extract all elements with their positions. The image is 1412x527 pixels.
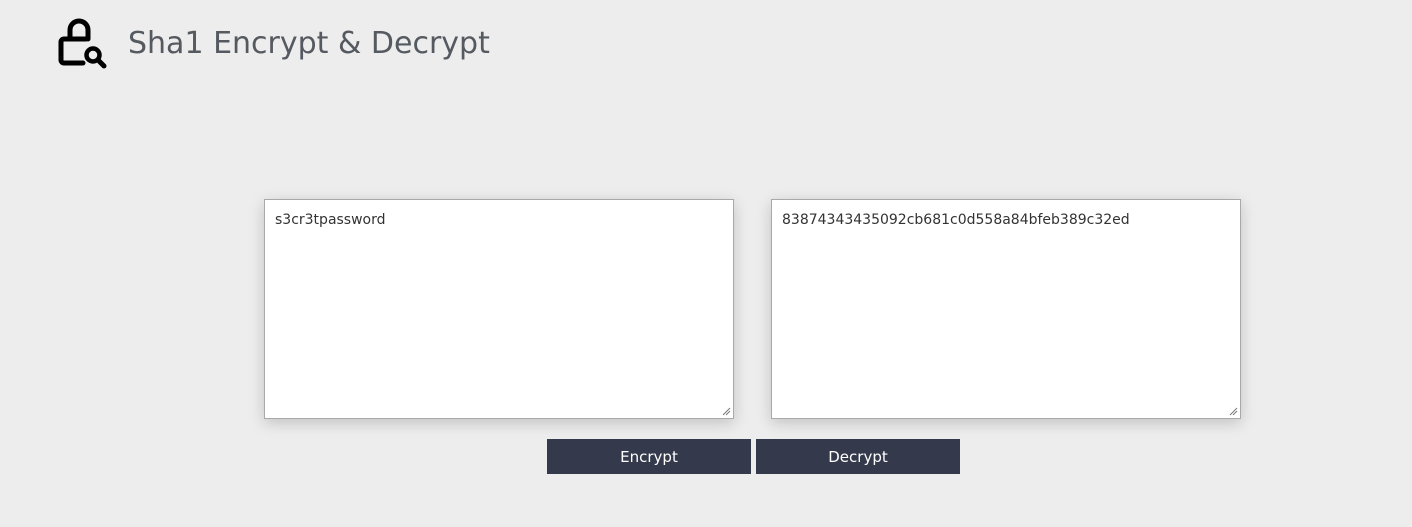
plaintext-input[interactable]: s3cr3tpassword [265,200,733,418]
page-header: Sha1 Encrypt & Decrypt [56,18,490,70]
decrypt-button[interactable]: Decrypt [756,439,960,474]
hash-panel: 83874343435092cb681c0d558a84bfeb389c32ed [771,199,1241,419]
lock-search-icon [58,18,107,69]
page-title: Sha1 Encrypt & Decrypt [128,26,490,61]
encrypt-button[interactable]: Encrypt [547,439,751,474]
action-buttons: Encrypt Decrypt [547,439,960,474]
plaintext-panel: s3cr3tpassword [264,199,734,419]
hash-output[interactable]: 83874343435092cb681c0d558a84bfeb389c32ed [772,200,1240,418]
resize-grip-icon[interactable] [1229,407,1238,416]
resize-grip-icon[interactable] [722,407,731,416]
